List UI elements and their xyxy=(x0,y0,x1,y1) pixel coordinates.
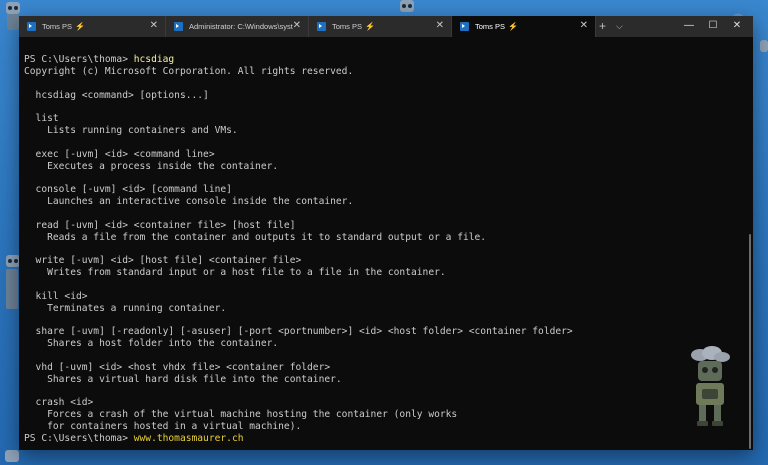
tab-bar: Toms PS ⚡ ✕ Administrator: C:\Windows\sy… xyxy=(19,16,753,37)
robot-mascot-icon xyxy=(691,346,730,426)
output-line: Reads a file from the container and outp… xyxy=(24,231,487,243)
close-window-button[interactable]: ✕ xyxy=(727,18,747,34)
command-text: hcsdiag xyxy=(133,54,175,65)
output-line: write [-uvm] <id> [host file] <container… xyxy=(24,255,302,267)
output-line: list xyxy=(24,113,59,125)
typed-url-text: www.thomasmaurer.ch xyxy=(133,433,244,444)
output-line: for containers hosted in a virtual machi… xyxy=(24,421,302,433)
output-line: console [-uvm] <id> [command line] xyxy=(24,184,232,196)
output-line: Copyright (c) Microsoft Corporation. All… xyxy=(24,65,354,77)
close-tab-icon[interactable]: ✕ xyxy=(580,20,588,32)
powershell-icon xyxy=(317,22,326,31)
output-line: hcsdiag <command> [options...] xyxy=(24,89,209,101)
close-tab-icon[interactable]: ✕ xyxy=(436,20,444,32)
tab-toms-ps-active[interactable]: Toms PS ⚡ ✕ xyxy=(452,16,596,37)
prompt-line: PS C:\Users\thoma> hcsdiag xyxy=(24,54,742,66)
powerline-bolt-icon: ⚡ xyxy=(365,22,375,31)
tab-title: Toms PS xyxy=(42,22,73,31)
tab-toms-ps-2[interactable]: Toms PS ⚡ ✕ xyxy=(309,16,452,37)
new-tab-button[interactable]: + xyxy=(599,19,606,33)
prompt-text: PS C:\Users\thoma> xyxy=(24,433,134,444)
maximize-button[interactable]: ☐ xyxy=(703,18,723,34)
output-line: Executes a process inside the container. xyxy=(24,160,279,172)
output-line: exec [-uvm] <id> <command line> xyxy=(24,148,215,160)
output-line: Lists running containers and VMs. xyxy=(24,125,238,137)
powerline-bolt-icon: ⚡ xyxy=(508,22,518,31)
prompt-line: PS C:\Users\thoma> www.thomasmaurer.ch xyxy=(24,433,742,445)
close-tab-icon[interactable]: ✕ xyxy=(293,20,301,32)
output-line: Shares a host folder into the container. xyxy=(24,338,279,350)
output-line: share [-uvm] [-readonly] [-asuser] [-por… xyxy=(24,326,573,338)
powershell-icon xyxy=(460,22,469,31)
prompt-text: PS C:\Users\thoma> xyxy=(24,54,134,65)
output-line: Launches an interactive console inside t… xyxy=(24,196,354,208)
output-line: Writes from standard input or a host fil… xyxy=(24,267,446,279)
minimize-button[interactable]: — xyxy=(679,18,699,34)
tab-title: Administrator: C:\Windows\syst xyxy=(189,22,293,31)
powershell-icon xyxy=(27,22,36,31)
terminal-window: Toms PS ⚡ ✕ Administrator: C:\Windows\sy… xyxy=(19,16,753,450)
powerline-bolt-icon: ⚡ xyxy=(75,22,85,31)
output-line: vhd [-uvm] <id> <host vhdx file> <contai… xyxy=(24,361,331,373)
output-line: read [-uvm] <id> <container file> [host … xyxy=(24,219,296,231)
tab-administrator[interactable]: Administrator: C:\Windows\syst ✕ xyxy=(166,16,309,37)
terminal-output[interactable]: PS C:\Users\thoma> hcsdiag Copyright (c) … xyxy=(24,54,742,448)
tab-title: Toms PS xyxy=(332,22,363,31)
tab-dropdown-button[interactable]: ⌵ xyxy=(616,19,623,33)
output-line: Shares a virtual hard disk file into the… xyxy=(24,373,342,385)
close-tab-icon[interactable]: ✕ xyxy=(150,20,158,32)
scrollbar[interactable] xyxy=(749,234,751,449)
tab-title: Toms PS xyxy=(475,22,506,31)
tab-toms-ps-1[interactable]: Toms PS ⚡ ✕ xyxy=(19,16,166,37)
output-line: kill <id> xyxy=(24,290,88,302)
powershell-icon xyxy=(174,22,183,31)
output-line: Terminates a running container. xyxy=(24,302,227,314)
output-line: Forces a crash of the virtual machine ho… xyxy=(24,409,458,421)
output-line: crash <id> xyxy=(24,397,94,409)
